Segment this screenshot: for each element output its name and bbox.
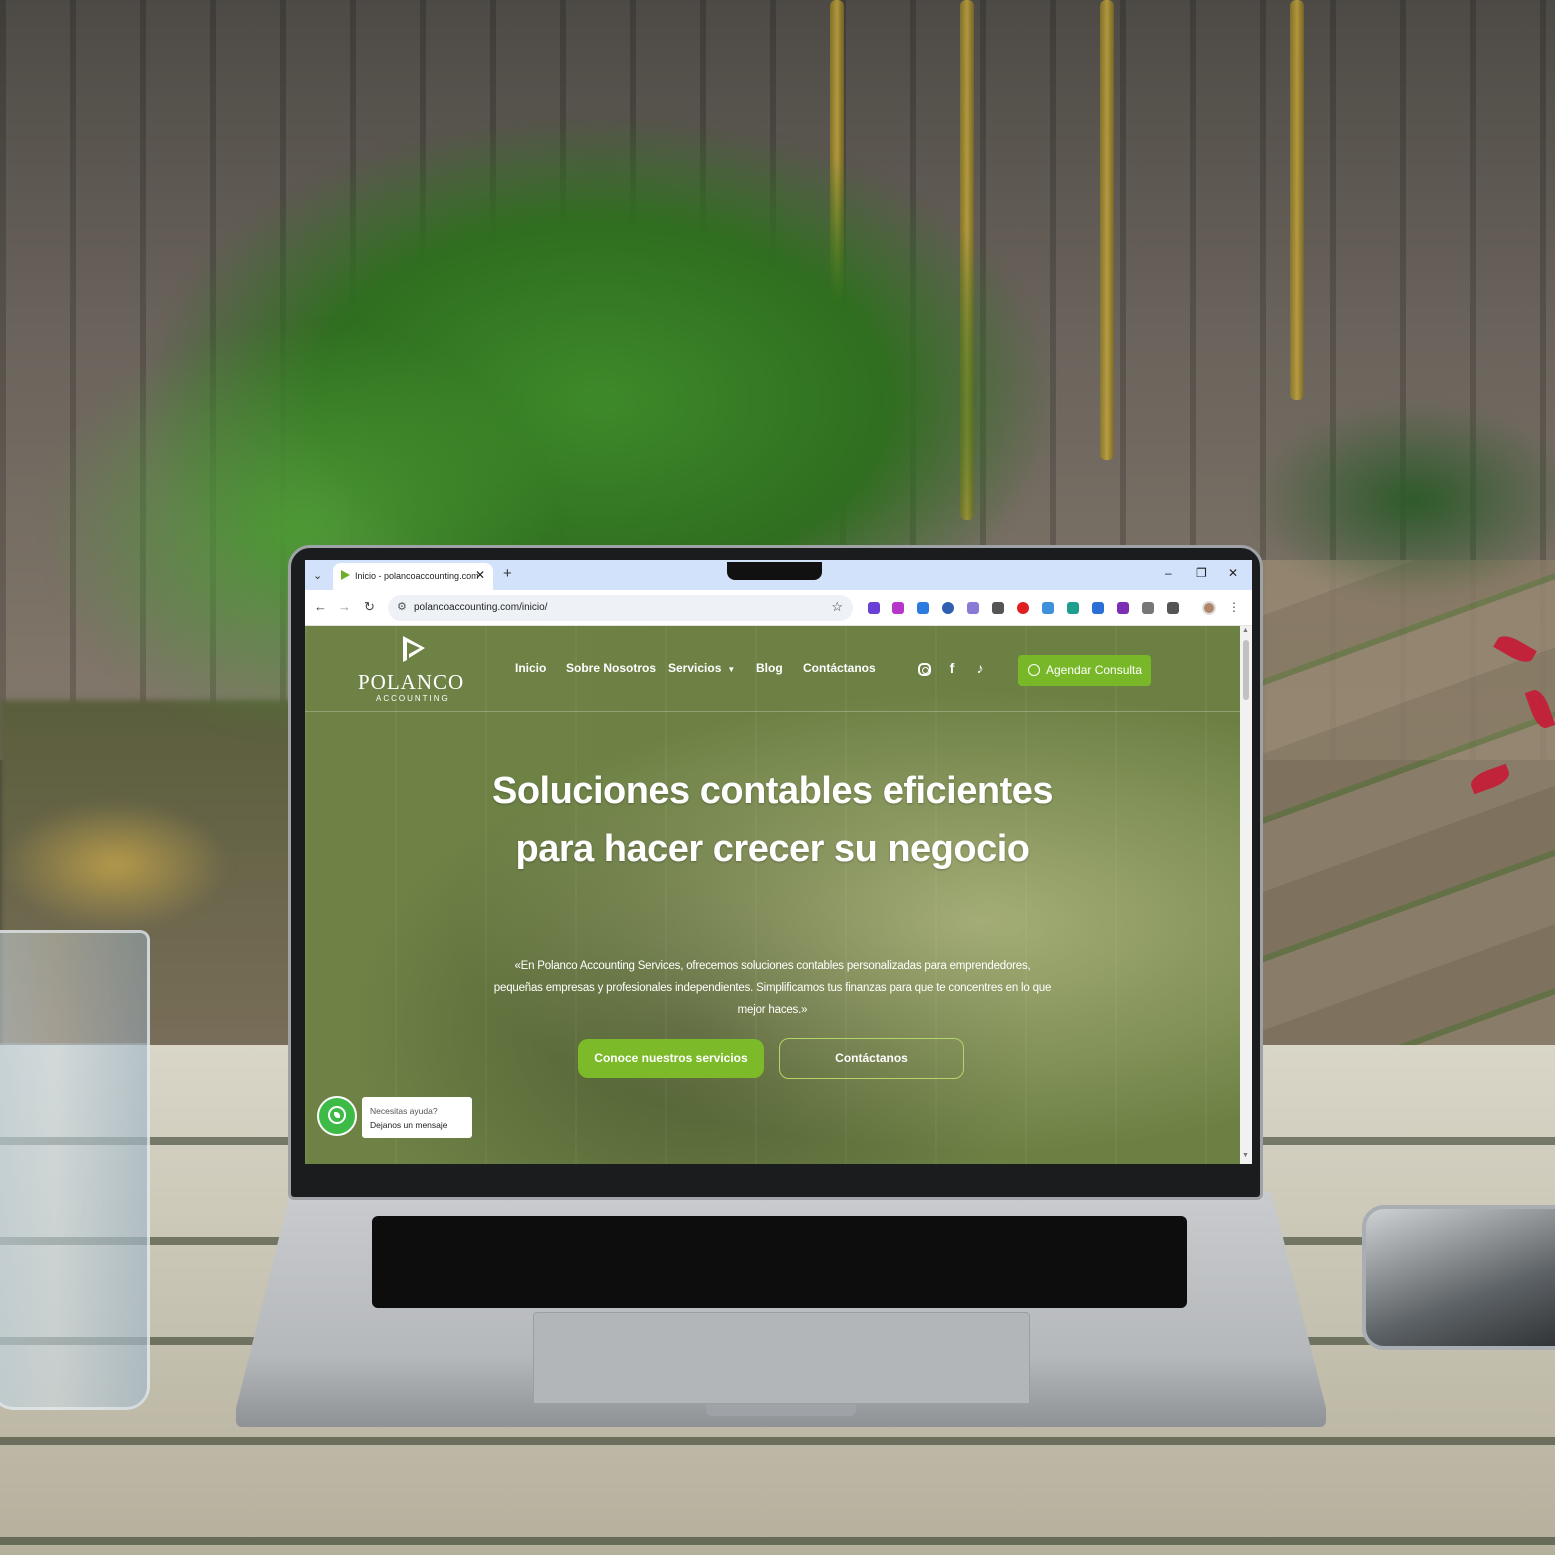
whatsapp-icon	[1028, 664, 1040, 676]
close-window-button[interactable]: ✕	[1228, 566, 1238, 580]
browser-tab-active[interactable]: Inicio - polancoaccounting.com ✕	[333, 563, 493, 590]
bookmark-star-icon[interactable]: ☆	[831, 599, 843, 615]
browser-toolbar: ← → ↻ ⚙ polancoaccounting.com/inicio/ ☆ …	[305, 590, 1252, 626]
site-info-icon[interactable]: ⚙	[397, 600, 407, 613]
polanco-logo-icon[interactable]	[400, 634, 426, 664]
facebook-icon[interactable]: f	[944, 660, 960, 676]
wordpress-extension-icon[interactable]	[942, 602, 954, 614]
site-header: POLANCO ACCOUNTING Inicio Sobre Nosotros…	[305, 626, 1240, 712]
nav-servicios[interactable]: Servicios ▼	[668, 661, 735, 675]
camera-notch	[727, 562, 822, 580]
scroll-up-icon[interactable]: ▲	[1242, 627, 1249, 634]
agendar-consulta-button[interactable]: Agendar Consulta	[1018, 655, 1151, 686]
bamboo-stalk	[1100, 0, 1114, 460]
chat-cta: Dejanos un mensaje	[370, 1120, 448, 1130]
whatsapp-icon	[328, 1106, 346, 1124]
logo-subtitle: ACCOUNTING	[376, 694, 450, 703]
scroll-thumb[interactable]	[1243, 640, 1249, 700]
address-bar[interactable]: ⚙ polancoaccounting.com/inicio/ ☆	[388, 595, 853, 621]
reload-button[interactable]: ↻	[364, 599, 375, 615]
chevron-down-icon: ▼	[727, 665, 736, 674]
whatsapp-chat-card[interactable]: Necesitas ayuda? Dejanos un mensaje	[362, 1097, 472, 1138]
tiktok-icon[interactable]: ♪	[972, 660, 988, 676]
web-page: POLANCO ACCOUNTING Inicio Sobre Nosotros…	[305, 626, 1240, 1164]
page-scrollbar[interactable]: ▲ ▼	[1240, 626, 1252, 1164]
smartphone	[1362, 1205, 1555, 1350]
extension-icon[interactable]	[1117, 602, 1129, 614]
nav-blog[interactable]: Blog	[756, 661, 783, 675]
extension-icon[interactable]	[892, 602, 904, 614]
logo-name[interactable]: POLANCO	[358, 670, 464, 695]
bamboo-stalk	[1290, 0, 1304, 400]
laptop-trackpad	[533, 1312, 1030, 1404]
laptop-keyboard	[372, 1216, 1187, 1308]
extension-icon[interactable]	[1042, 602, 1054, 614]
favicon-icon	[341, 570, 350, 580]
browser-menu-icon[interactable]: ⋮	[1228, 600, 1240, 614]
extension-icon[interactable]	[868, 602, 880, 614]
new-tab-button[interactable]: +	[503, 565, 512, 582]
opera-extension-icon[interactable]	[1017, 602, 1029, 614]
minimize-button[interactable]: –	[1165, 566, 1172, 580]
forward-button[interactable]: →	[338, 599, 351, 614]
nav-inicio[interactable]: Inicio	[515, 661, 546, 675]
extension-icon[interactable]	[1067, 602, 1079, 614]
nav-contactanos[interactable]: Contáctanos	[803, 661, 876, 675]
profile-avatar[interactable]	[1202, 601, 1216, 615]
extension-icon[interactable]	[967, 602, 979, 614]
instagram-icon[interactable]	[918, 663, 931, 676]
dry-shrub	[0, 800, 230, 930]
back-button[interactable]: ←	[314, 599, 327, 614]
nav-sobre-nosotros[interactable]: Sobre Nosotros	[566, 661, 656, 675]
extension-icon[interactable]	[1142, 602, 1154, 614]
chat-prompt: Necesitas ayuda?	[370, 1106, 438, 1116]
tab-search-button[interactable]: ⌄	[313, 569, 322, 582]
extension-icon[interactable]	[917, 602, 929, 614]
restore-button[interactable]: ❐	[1196, 566, 1207, 580]
laptop-screen: ⌄ Inicio - polancoaccounting.com ✕ + – ❐…	[305, 560, 1252, 1164]
url-text: polancoaccounting.com/inicio/	[414, 602, 548, 613]
hero-description: «En Polanco Accounting Services, ofrecem…	[493, 960, 1052, 1016]
extensions-puzzle-icon[interactable]	[1167, 602, 1179, 614]
water-glass	[0, 930, 150, 1410]
cta-label: Agendar Consulta	[1046, 663, 1143, 677]
whatsapp-chat-button[interactable]	[317, 1096, 357, 1136]
scroll-down-icon[interactable]: ▼	[1242, 1152, 1249, 1159]
download-icon[interactable]	[992, 602, 1004, 614]
nav-servicios-label: Servicios	[668, 661, 722, 675]
tab-title: Inicio - polancoaccounting.com	[355, 571, 479, 581]
contact-button[interactable]: Contáctanos	[779, 1038, 964, 1079]
extension-icon[interactable]	[1092, 602, 1104, 614]
hero-title: Soluciones contables eficientes para hac…	[491, 770, 1054, 870]
laptop-lip	[706, 1404, 856, 1416]
services-button[interactable]: Conoce nuestros servicios	[578, 1039, 764, 1078]
tab-close-button[interactable]: ✕	[475, 568, 485, 582]
